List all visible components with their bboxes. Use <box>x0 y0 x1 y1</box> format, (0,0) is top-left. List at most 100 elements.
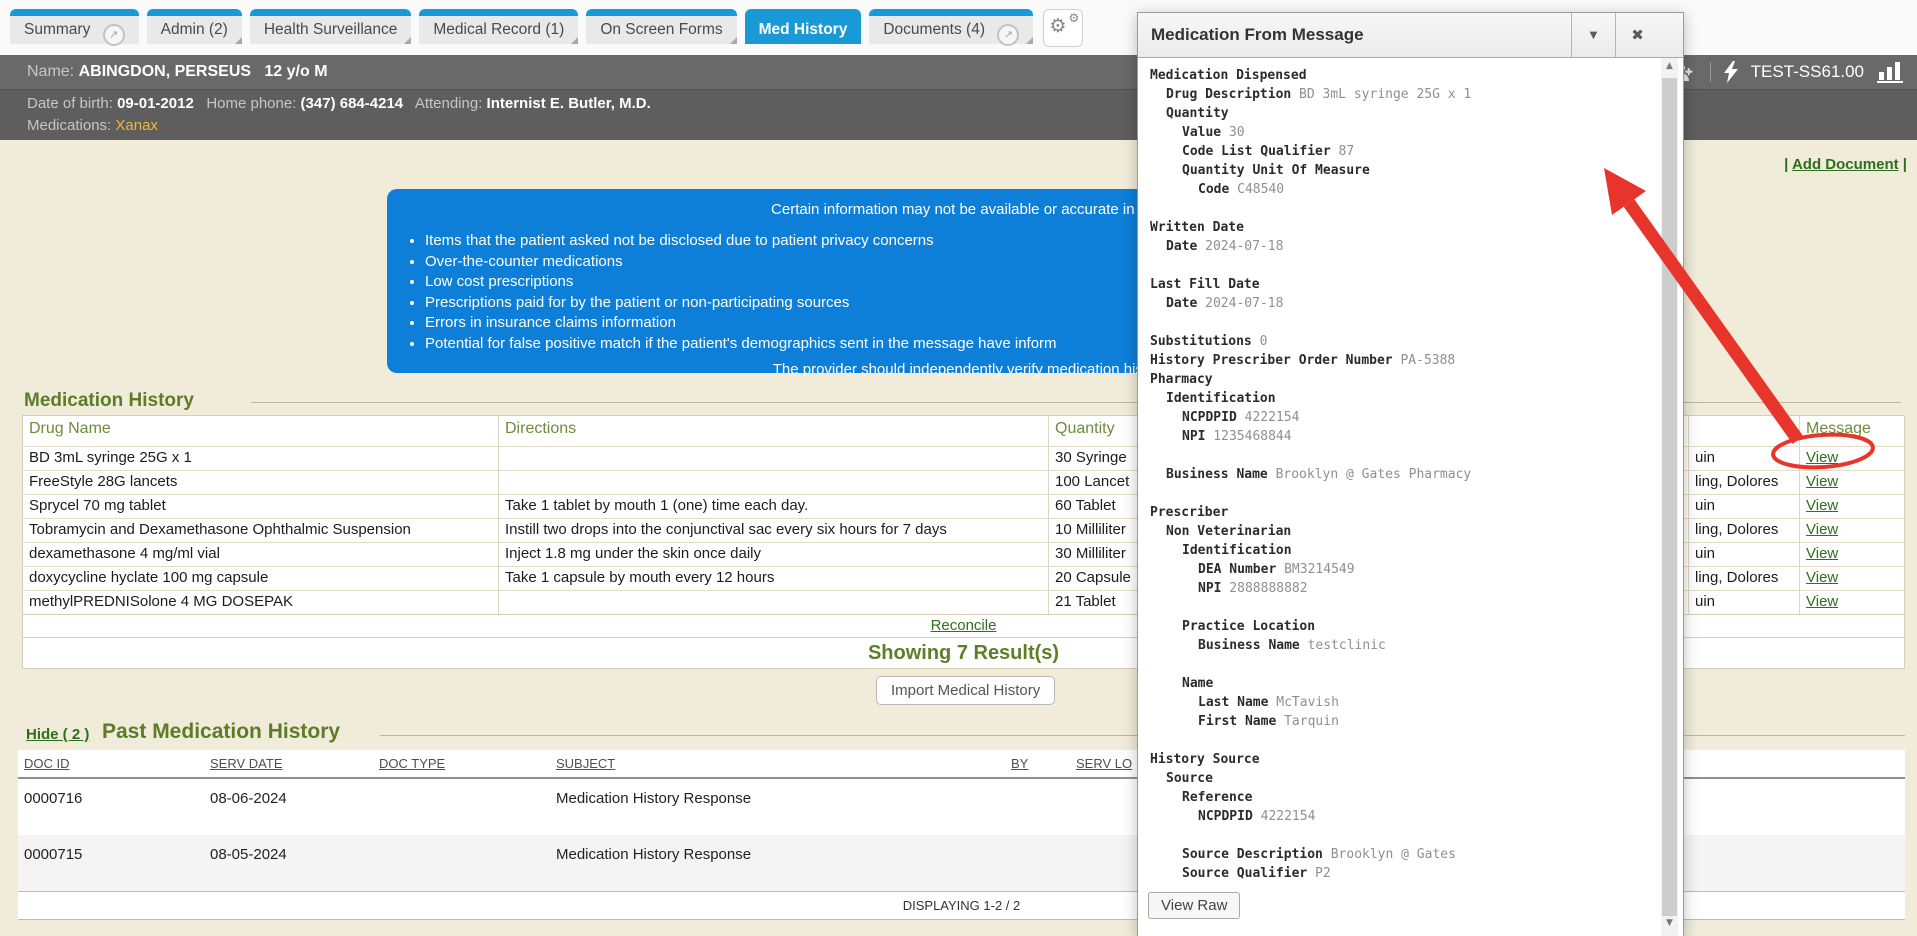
modal-text-line: History Prescriber Order Number PA-5388 <box>1150 351 1653 370</box>
scrollbar-thumb[interactable] <box>1662 78 1677 916</box>
tab-label: On Screen Forms <box>600 21 722 38</box>
add-document-link[interactable]: Add Document <box>1792 156 1899 173</box>
serv-date-cell: 08-05-2024 <box>204 835 373 891</box>
col-message: Message <box>1799 416 1904 446</box>
medications-value[interactable]: Xanax <box>115 117 158 134</box>
view-message-link[interactable]: View <box>1806 497 1838 514</box>
scroll-down-icon[interactable]: ▼ <box>1661 915 1678 931</box>
col-by[interactable]: BY <box>1005 750 1070 777</box>
hide-link[interactable]: Hide ( 2 ) <box>26 726 89 743</box>
scroll-up-icon[interactable]: ▲ <box>1661 58 1678 74</box>
col-doc-id[interactable]: DOC ID <box>18 750 204 777</box>
modal-text-line: Code List Qualifier 87 <box>1150 142 1653 161</box>
serv-date-cell: 08-06-2024 <box>204 779 373 835</box>
modal-text-line: Code C48540 <box>1150 180 1653 199</box>
directions-cell: Take 1 tablet by mouth 1 (one) time each… <box>498 495 1048 518</box>
dob-value: 09-01-2012 <box>117 95 194 112</box>
modal-text-line: Medication Dispensed <box>1150 66 1653 85</box>
modal-text-line: Prescriber <box>1150 503 1653 522</box>
titlebar-tools: TEST-SS61.00 <box>1671 61 1917 83</box>
tab-medical-record-1-[interactable]: Medical Record (1) ↗ <box>419 9 578 44</box>
prescriber-cell: uin <box>1688 447 1799 470</box>
modal-text-line <box>1150 484 1653 503</box>
doc-id-cell: 0000715 <box>18 835 204 891</box>
directions-cell: Take 1 capsule by mouth every 12 hours <box>498 567 1048 590</box>
open-in-new-icon[interactable]: ↗ <box>103 24 125 46</box>
tab-label: Health Surveillance <box>264 21 398 38</box>
ehr-page: Summary ↗ Admin (2) ↗ Health Surveillanc… <box>0 0 1917 936</box>
modal-text-line <box>1150 826 1653 845</box>
doc-type-cell <box>373 835 550 891</box>
view-message-link[interactable]: View <box>1806 569 1838 586</box>
message-content: Medication DispensedDrug Description BD … <box>1150 66 1653 883</box>
col-prescriber <box>1688 416 1799 446</box>
view-message-link[interactable]: View <box>1806 473 1838 490</box>
col-drug-name: Drug Name <box>23 416 498 446</box>
drug-name-cell: Sprycel 70 mg tablet <box>23 495 498 518</box>
tab-health-surveillance[interactable]: Health Surveillance ↗ <box>250 9 412 44</box>
patient-identity: Name: ABINGDON, PERSEUS 12 y/o M <box>0 63 328 81</box>
view-raw-button[interactable]: View Raw <box>1148 892 1240 919</box>
medications-label: Medications: <box>27 117 111 134</box>
col-doc-type[interactable]: DOC TYPE <box>373 750 550 777</box>
modal-text-line: Quantity Unit Of Measure <box>1150 161 1653 180</box>
tab-admin-2-[interactable]: Admin (2) ↗ <box>147 9 242 44</box>
col-serv-date[interactable]: SERV DATE <box>204 750 373 777</box>
modal-text-line <box>1150 598 1653 617</box>
view-message-link[interactable]: View <box>1806 545 1838 562</box>
chart-icon[interactable] <box>1877 62 1903 83</box>
directions-cell <box>498 591 1048 614</box>
dialog-scrollbar[interactable]: ▲ ▼ <box>1661 58 1678 936</box>
view-message-link[interactable]: View <box>1806 593 1838 610</box>
directions-cell <box>498 471 1048 494</box>
import-medical-history-button[interactable]: Import Medical History <box>876 676 1055 705</box>
view-message-link[interactable]: View <box>1806 521 1838 538</box>
modal-text-line: Practice Location <box>1150 617 1653 636</box>
modal-text-line: Business Name testclinic <box>1150 636 1653 655</box>
gear-icon-small: ⚙ <box>1069 11 1080 25</box>
tab-documents-4-[interactable]: Documents (4) ↗ <box>869 9 1033 44</box>
drug-name-cell: dexamethasone 4 mg/ml vial <box>23 543 498 566</box>
settings-button[interactable]: ⚙ ⚙ <box>1043 9 1083 47</box>
open-in-new-icon[interactable]: ↗ <box>997 24 1019 46</box>
drug-name-cell: doxycycline hyclate 100 mg capsule <box>23 567 498 590</box>
lightning-icon[interactable] <box>1724 61 1738 83</box>
modal-text-line: Pharmacy <box>1150 370 1653 389</box>
add-document: | Add Document | <box>1784 156 1907 173</box>
modal-text-line: Reference <box>1150 788 1653 807</box>
modal-text-line <box>1150 199 1653 218</box>
reconcile-link[interactable]: Reconcile <box>931 617 997 634</box>
prescriber-cell: ling, Dolores <box>1688 567 1799 590</box>
prescriber-cell: uin <box>1688 495 1799 518</box>
prescriber-cell: ling, Dolores <box>1688 519 1799 542</box>
patient-age-sex: 12 y/o M <box>264 63 327 80</box>
dialog-title: Medication From Message <box>1138 25 1571 45</box>
patient-demographics: Date of birth: 09-01-2012 Home phone: (3… <box>27 95 651 112</box>
tab-on-screen-forms[interactable]: On Screen Forms ↗ <box>586 9 736 44</box>
divider <box>1710 62 1711 82</box>
modal-text-line: Drug Description BD 3mL syringe 25G x 1 <box>1150 85 1653 104</box>
dialog-header[interactable]: Medication From Message ▼ ✖ <box>1138 13 1683 58</box>
dob-label: Date of birth: <box>27 95 113 112</box>
dialog-close-button[interactable]: ✖ <box>1615 13 1659 57</box>
subject-cell: Medication History Response <box>550 835 1005 891</box>
modal-text-line: NCPDPID 4222154 <box>1150 807 1653 826</box>
drug-name-cell: BD 3mL syringe 25G x 1 <box>23 447 498 470</box>
tab-label: Admin (2) <box>161 21 228 38</box>
modal-text-line: Name <box>1150 674 1653 693</box>
modal-text-line: NPI 1235468844 <box>1150 427 1653 446</box>
tab-med-history[interactable]: Med History ↗ <box>745 9 862 44</box>
phone-value: (347) 684-4214 <box>301 95 404 112</box>
tab-summary[interactable]: Summary ↗ <box>10 9 139 44</box>
modal-text-line: Quantity <box>1150 104 1653 123</box>
dialog-collapse-button[interactable]: ▼ <box>1571 13 1615 57</box>
view-message-link[interactable]: View <box>1806 449 1838 466</box>
close-icon: ✖ <box>1631 26 1644 44</box>
prescriber-cell: ling, Dolores <box>1688 471 1799 494</box>
drug-name-cell: methylPREDNISolone 4 MG DOSEPAK <box>23 591 498 614</box>
modal-text-line: Last Name McTavish <box>1150 693 1653 712</box>
medication-history-heading: Medication History <box>24 390 194 412</box>
subject-cell: Medication History Response <box>550 779 1005 835</box>
tab-bar: Summary ↗ Admin (2) ↗ Health Surveillanc… <box>10 9 1083 47</box>
col-subject[interactable]: SUBJECT <box>550 750 1005 777</box>
